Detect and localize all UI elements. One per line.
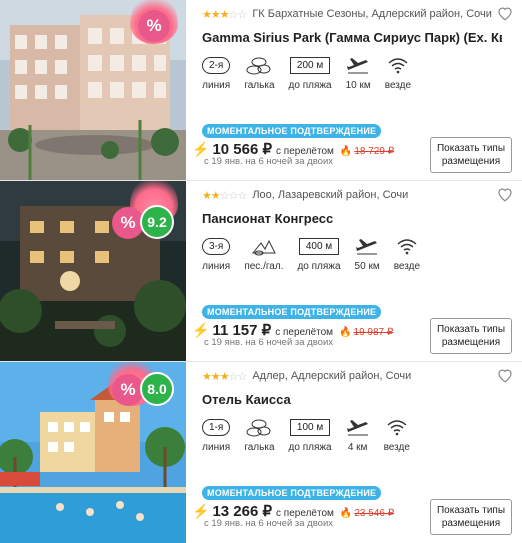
hotel-name[interactable]: Отель Каисса <box>202 392 502 407</box>
feature-wifi: везде <box>384 415 410 453</box>
trip-dates: с 19 янв. на 6 ночей за двоих <box>204 337 334 348</box>
feature-airport: 10 км <box>346 53 371 91</box>
hotel-name[interactable]: Пансионат Конгресс <box>202 211 502 226</box>
pebbles-icon <box>246 57 271 75</box>
fire-icon: 🔥 <box>339 146 353 157</box>
show-room-types-button[interactable]: Показать типы размещения <box>430 499 512 535</box>
hotel-card[interactable]: % ★★★☆☆ ГК Бархатные Сезоны, Адлерский р… <box>0 0 522 181</box>
feature-distance: 400 м до пляжа <box>297 234 341 272</box>
favorite-heart-icon[interactable] <box>496 4 514 22</box>
wifi-icon <box>387 420 407 436</box>
distance-icon: 200 м <box>289 56 331 74</box>
feature-beach-type: пес./гал. <box>244 234 283 272</box>
hotel-photo[interactable]: % <box>0 0 186 180</box>
plane-icon <box>347 58 369 74</box>
feature-line: 2-я линия <box>202 53 231 91</box>
trip-dates: с 19 янв. на 6 ночей за двоих <box>204 156 334 167</box>
feature-distance: 200 м до пляжа <box>289 53 332 91</box>
favorite-heart-icon[interactable] <box>496 185 514 203</box>
plane-icon <box>356 239 378 255</box>
trip-dates: с 19 янв. на 6 ночей за двоих <box>204 518 334 529</box>
rating-badge: 8.0 <box>140 372 174 406</box>
hotel-features: 1-я линия галька 100 м до пляжа 4 км везде <box>202 415 514 453</box>
feature-airport: 4 км <box>346 415 370 453</box>
hotel-card[interactable]: % 8.0 ★★★☆☆ Адлер, Адлерский район, Сочи… <box>0 362 522 543</box>
old-price: 23 546 ₽ <box>354 508 395 519</box>
fire-icon: 🔥 <box>339 508 353 519</box>
hotel-location: Лоо, Лазаревский район, Сочи <box>252 189 409 201</box>
hotel-info: ★★★☆☆ Адлер, Адлерский район, Сочи Отель… <box>186 362 522 543</box>
hotel-photo[interactable]: % 9.2 <box>0 181 186 361</box>
distance-icon: 100 м <box>289 418 331 436</box>
hotel-location: Адлер, Адлерский район, Сочи <box>252 370 412 382</box>
rating-badge: 9.2 <box>140 205 174 239</box>
hotel-card[interactable]: % 9.2 ★★☆☆☆ Лоо, Лазаревский район, Сочи… <box>0 181 522 362</box>
instant-confirmation-badge: МОМЕНТАЛЬНОЕ ПОДТВЕРЖДЕНИЕ <box>202 305 382 319</box>
star-rating: ★★☆☆☆ <box>202 189 247 202</box>
old-price: 19 987 ₽ <box>353 327 394 338</box>
hotel-features: 2-я линия галька 200 м до пляжа 10 км везд… <box>202 53 514 91</box>
star-rating: ★★★☆☆ <box>202 370 247 383</box>
discount-badge: % <box>138 10 170 42</box>
feature-beach-type: галька <box>244 415 275 453</box>
feature-wifi: везде <box>385 53 411 91</box>
wifi-icon <box>388 58 408 74</box>
pebbles-icon <box>246 419 271 437</box>
feature-distance: 100 м до пляжа <box>289 415 332 453</box>
feature-airport: 50 км <box>355 234 380 272</box>
fire-icon: 🔥 <box>339 327 352 338</box>
feature-beach-type: галька <box>244 53 275 91</box>
sand-pebbles-icon <box>251 239 276 256</box>
show-room-types-button[interactable]: Показать типы размещения <box>430 137 512 173</box>
hotel-features: 3-я линия пес./гал. 400 м до пляжа 50 км в… <box>202 234 514 272</box>
show-room-types-button[interactable]: Показать типы размещения <box>430 318 512 354</box>
line-icon: 1-я <box>202 418 231 436</box>
instant-confirmation-badge: МОМЕНТАЛЬНОЕ ПОДТВЕРЖДЕНИЕ <box>202 124 382 138</box>
star-rating: ★★★☆☆ <box>202 8 247 21</box>
instant-confirmation-badge: МОМЕНТАЛЬНОЕ ПОДТВЕРЖДЕНИЕ <box>202 486 382 500</box>
old-price: 18 729 ₽ <box>354 146 395 157</box>
plane-icon <box>346 420 368 436</box>
hotel-photo[interactable]: % 8.0 <box>0 362 186 543</box>
distance-icon: 400 м <box>298 237 340 255</box>
hotel-info: ★★★☆☆ ГК Бархатные Сезоны, Адлерский рай… <box>186 0 522 180</box>
feature-line: 3-я линия <box>202 234 231 272</box>
hotel-info: ★★☆☆☆ Лоо, Лазаревский район, Сочи Панси… <box>186 181 522 361</box>
feature-line: 1-я линия <box>202 415 231 453</box>
line-icon: 2-я <box>202 56 231 74</box>
line-icon: 3-я <box>202 237 231 255</box>
feature-wifi: везде <box>394 234 420 272</box>
favorite-heart-icon[interactable] <box>496 366 514 384</box>
wifi-icon <box>397 239 417 255</box>
hotel-name[interactable]: Gamma Sirius Park (Гамма Сириус Парк) (E… <box>202 30 502 45</box>
hotel-location: ГК Бархатные Сезоны, Адлерский район, Со… <box>252 8 492 20</box>
